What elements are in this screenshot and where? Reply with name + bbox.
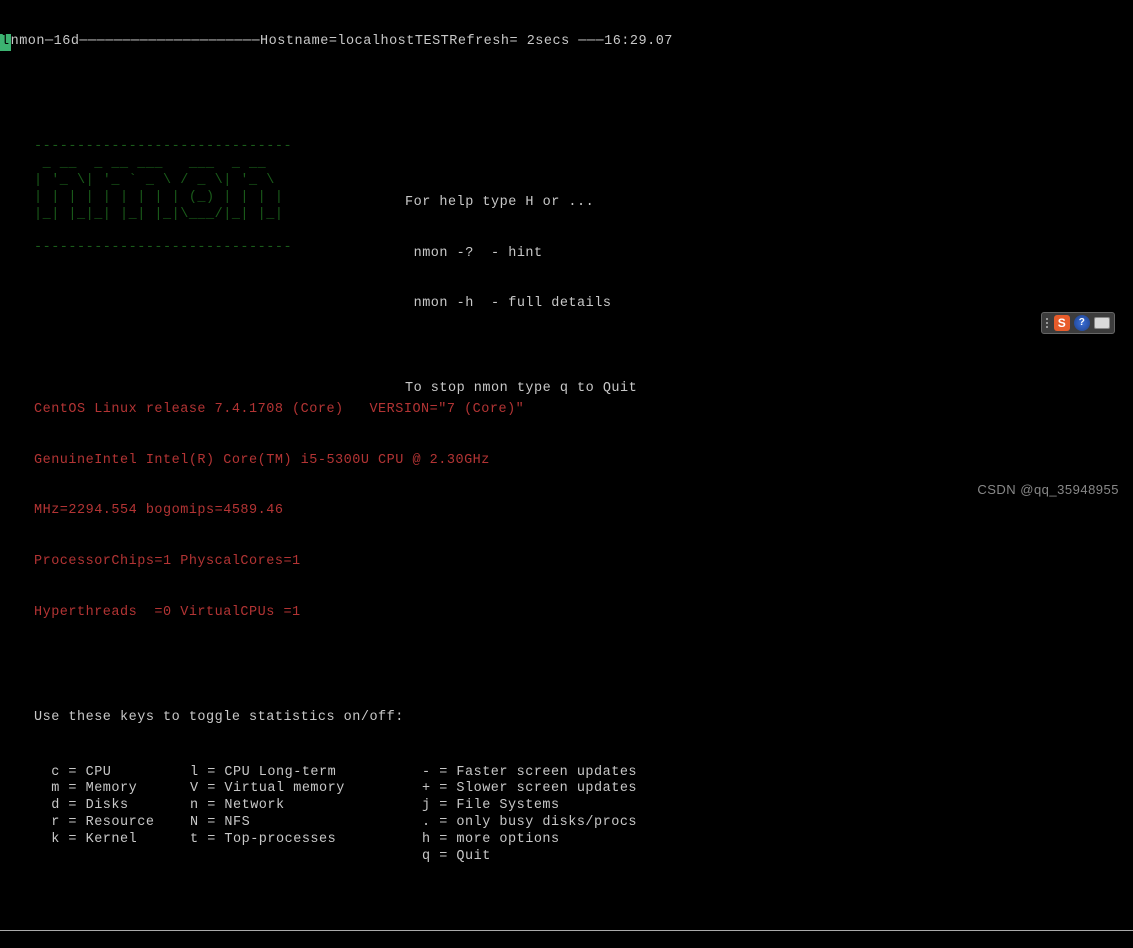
sysinfo-line: GenuineIntel Intel(R) Core(TM) i5-5300U … <box>34 453 1133 470</box>
help-line: For help type H or ... <box>405 195 637 212</box>
key-col: c = CPU <box>34 765 190 782</box>
keys-row: r = ResourceN = NFS. = only busy disks/p… <box>34 815 1133 832</box>
key-col: d = Disks <box>34 798 190 815</box>
help-tray-icon[interactable]: ? <box>1074 315 1090 331</box>
tray-handle-icon <box>1046 318 1048 328</box>
key-col: t = Top-processes <box>190 832 422 849</box>
keys-row: d = Disksn = Networkj = File Systems <box>34 798 1133 815</box>
help-line: To stop nmon type q to Quit <box>405 381 637 398</box>
help-block: For help type H or ... nmon -? - hint nm… <box>405 161 637 431</box>
keyboard-tray-icon[interactable] <box>1094 317 1110 329</box>
help-line: nmon -h - full details <box>405 296 637 313</box>
terminal-header: l nmon─16d─────────────────────Hostname=… <box>0 34 1133 51</box>
key-col <box>34 849 190 866</box>
watermark-text: CSDN @qq_35948955 <box>977 482 1119 497</box>
sysinfo-line: ProcessorChips=1 PhyscalCores=1 <box>34 554 1133 571</box>
sysinfo-line: Hyperthreads =0 VirtualCPUs =1 <box>34 605 1133 622</box>
key-col: r = Resource <box>34 815 190 832</box>
keys-row: m = MemoryV = Virtual memory+ = Slower s… <box>34 781 1133 798</box>
key-col: - = Faster screen updates <box>422 765 637 782</box>
key-col <box>190 849 422 866</box>
keys-row: c = CPUl = CPU Long-term- = Faster scree… <box>34 765 1133 782</box>
sysinfo-line: MHz=2294.554 bogomips=4589.46 <box>34 503 1133 520</box>
key-col: l = CPU Long-term <box>190 765 422 782</box>
key-col: h = more options <box>422 832 560 849</box>
key-col: V = Virtual memory <box>190 781 422 798</box>
sogou-ime-icon[interactable]: S <box>1054 315 1070 331</box>
system-tray[interactable]: S ? <box>1041 312 1115 334</box>
keys-heading: Use these keys to toggle statistics on/o… <box>0 706 1133 727</box>
divider-line <box>0 930 1133 931</box>
key-col: N = NFS <box>190 815 422 832</box>
key-col: + = Slower screen updates <box>422 781 637 798</box>
key-col: k = Kernel <box>34 832 190 849</box>
keys-row: k = Kernelt = Top-processesh = more opti… <box>34 832 1133 849</box>
key-col: . = only busy disks/procs <box>422 815 637 832</box>
key-col: q = Quit <box>422 849 491 866</box>
keys-table: c = CPUl = CPU Long-term- = Faster scree… <box>0 761 1133 866</box>
key-col: n = Network <box>190 798 422 815</box>
header-text: nmon─16d─────────────────────Hostname=lo… <box>11 34 673 51</box>
prompt-indicator: l <box>0 34 11 51</box>
help-line: nmon -? - hint <box>405 246 637 263</box>
key-col: m = Memory <box>34 781 190 798</box>
key-col: j = File Systems <box>422 798 560 815</box>
keys-row: q = Quit <box>34 849 1133 866</box>
